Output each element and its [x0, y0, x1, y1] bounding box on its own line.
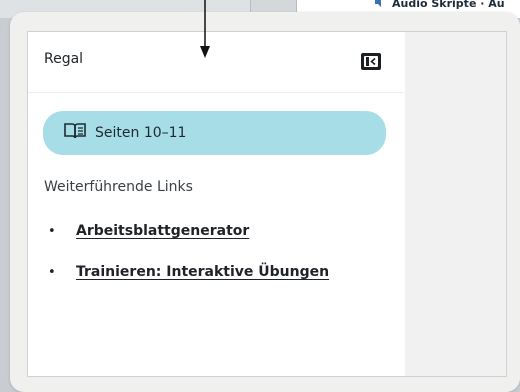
link-trainieren[interactable]: Trainieren: Interaktive Übungen [76, 264, 329, 280]
list-item: • Trainieren: Interaktive Übungen [48, 261, 329, 283]
link-arbeitsblattgenerator[interactable]: Arbeitsblattgenerator [76, 223, 249, 239]
header-divider [28, 92, 404, 93]
bullet-icon: • [48, 223, 56, 239]
shelf-sidebar: Regal Seiten 10–11 Weiterführende Links … [28, 32, 404, 376]
sidebar-title: Regal [44, 51, 84, 67]
links-list: • Arbeitsblattgenerator • Trainieren: In… [48, 220, 329, 302]
shelf-panel: Regal Seiten 10–11 Weiterführende Links … [27, 31, 507, 377]
audio-scripts-label: Audio Skripte · Au [392, 0, 505, 10]
pages-label: Seiten 10–11 [95, 125, 187, 141]
list-item: • Arbeitsblattgenerator [48, 220, 329, 242]
speaker-icon [374, 0, 386, 11]
content-area [405, 32, 506, 376]
links-heading: Weiterführende Links [44, 179, 193, 195]
collapse-sidebar-button[interactable] [361, 53, 381, 70]
audio-scripts-link[interactable]: Audio Skripte · Au [374, 0, 505, 11]
collapse-left-icon [364, 56, 378, 67]
pointer-arrow-icon [200, 0, 210, 58]
book-icon [64, 122, 86, 144]
pages-button[interactable]: Seiten 10–11 [43, 111, 386, 155]
bullet-icon: • [48, 264, 56, 280]
